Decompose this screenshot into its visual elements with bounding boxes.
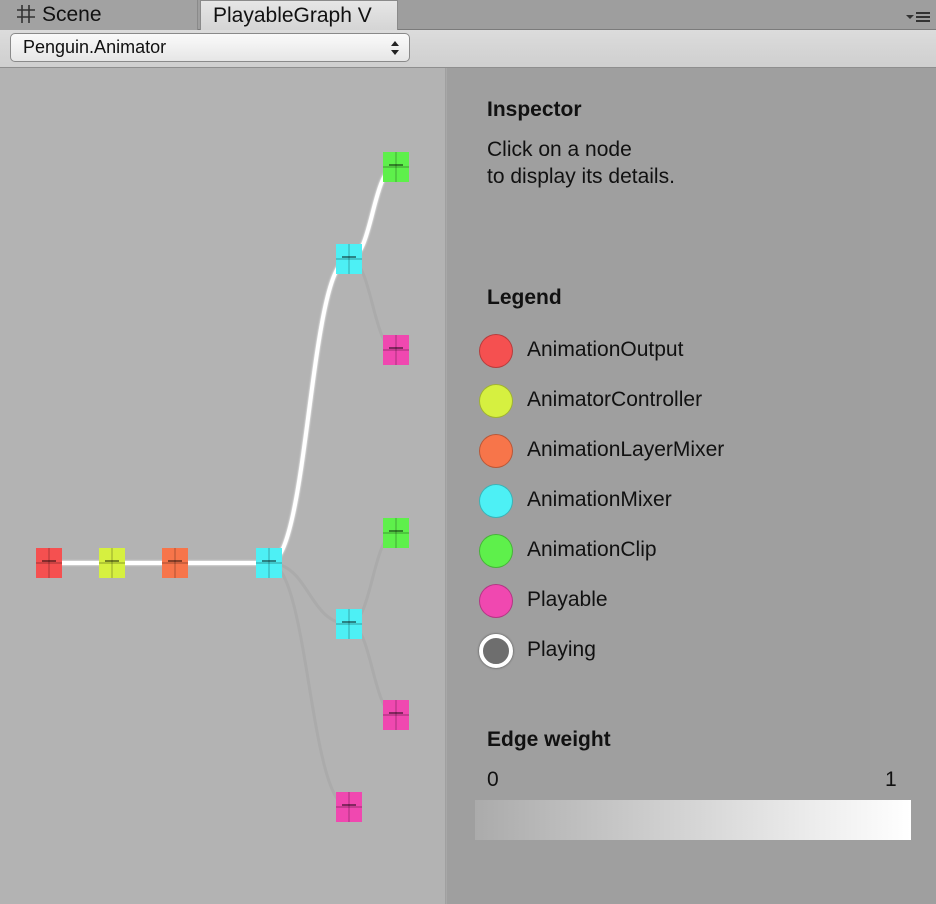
- inspector-panel: Inspector Click on a node to display its…: [447, 68, 936, 904]
- tab-bar: Scene PlayableGraph V: [0, 0, 936, 31]
- graph-node-tiny-caption: [262, 560, 276, 562]
- tab-scene[interactable]: Scene: [0, 0, 198, 30]
- graph-edge: [267, 257, 351, 565]
- legend-label: AnimationLayerMixer: [527, 438, 725, 461]
- edge-weight-gradient: [475, 800, 911, 840]
- legend-swatch: [479, 584, 513, 618]
- graph-node-tiny-caption: [389, 530, 403, 532]
- legend-item-animation-layer-mixer: AnimationLayerMixer: [477, 434, 877, 470]
- dropdown-arrows-icon: [391, 41, 399, 55]
- graph-node-playable[interactable]: [383, 335, 409, 365]
- graph-selector-dropdown[interactable]: Penguin.Animator: [10, 33, 410, 62]
- graph-node-tiny-caption: [342, 621, 356, 623]
- graph-node-tiny-caption: [42, 560, 56, 562]
- legend-item-playing: Playing: [477, 634, 877, 670]
- graph-node-playable[interactable]: [383, 700, 409, 730]
- graph-node-tiny-caption: [342, 256, 356, 258]
- edge-weight-title: Edge weight: [487, 728, 611, 751]
- legend-swatch: [479, 534, 513, 568]
- toolbar: Penguin.Animator: [0, 30, 936, 68]
- legend-label: AnimatorController: [527, 388, 703, 411]
- graph-node-playable[interactable]: [336, 792, 362, 822]
- graph-node-animatorcontroller[interactable]: [99, 548, 125, 578]
- legend-label: Playable: [527, 588, 608, 611]
- graph-node-tiny-caption: [389, 712, 403, 714]
- graph-node-tiny-caption: [105, 560, 119, 562]
- legend-swatch: [479, 484, 513, 518]
- graph-node-animationoutput[interactable]: [36, 548, 62, 578]
- inspector-hint-line2: to display its details.: [487, 165, 675, 188]
- graph-node-tiny-caption: [389, 347, 403, 349]
- legend-title: Legend: [487, 286, 562, 309]
- graph-node-animationmixer[interactable]: [336, 609, 362, 639]
- legend-item-animation-output: AnimationOutput: [477, 334, 877, 370]
- legend-swatch: [479, 434, 513, 468]
- graph-canvas[interactable]: [0, 68, 446, 904]
- legend-label: AnimationClip: [527, 538, 657, 561]
- graph-node-animationmixer[interactable]: [256, 548, 282, 578]
- tab-scene-label: Scene: [42, 3, 102, 26]
- legend-item-animation-clip: AnimationClip: [477, 534, 877, 570]
- legend-swatch: [479, 384, 513, 418]
- edge-weight-max-label: 1: [885, 768, 897, 791]
- legend-swatch-playing: [479, 634, 513, 668]
- tab-playable-graph-label: PlayableGraph V: [213, 4, 372, 27]
- tab-menu-icon[interactable]: [906, 10, 932, 24]
- grid-icon: [17, 5, 35, 23]
- graph-node-tiny-caption: [168, 560, 182, 562]
- legend-label: AnimationMixer: [527, 488, 672, 511]
- tab-playable-graph[interactable]: PlayableGraph V: [200, 0, 398, 31]
- graph-edge: [267, 561, 351, 809]
- inspector-hint-line1: Click on a node: [487, 138, 632, 161]
- legend-swatch: [479, 334, 513, 368]
- legend-item-animator-controller: AnimatorController: [477, 384, 877, 420]
- legend-item-playable: Playable: [477, 584, 877, 620]
- graph-node-animationclip[interactable]: [383, 152, 409, 182]
- inspector-title: Inspector: [487, 98, 582, 121]
- graph-node-animationmixer[interactable]: [336, 244, 362, 274]
- legend-label: AnimationOutput: [527, 338, 684, 361]
- legend-item-animation-mixer: AnimationMixer: [477, 484, 877, 520]
- graph-node-animationclip[interactable]: [383, 518, 409, 548]
- graph-node-animationlayermixer[interactable]: [162, 548, 188, 578]
- graph-view[interactable]: [0, 68, 446, 904]
- graph-node-tiny-caption: [342, 804, 356, 806]
- legend-label: Playing: [527, 638, 596, 661]
- graph-selector-value: Penguin.Animator: [23, 37, 167, 57]
- edge-weight-min-label: 0: [487, 768, 499, 791]
- graph-node-tiny-caption: [389, 164, 403, 166]
